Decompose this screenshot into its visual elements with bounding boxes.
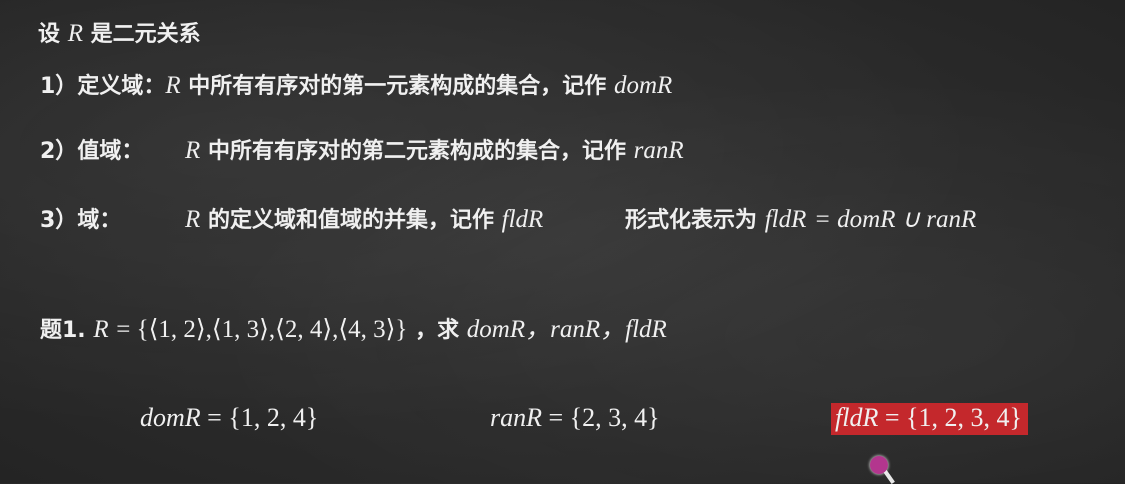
item-text: 中所有有序对的第二元素构成的集合，记作 <box>207 139 626 164</box>
definition-domain: 1）定义域：R 中所有有序对的第一元素构成的集合，记作 domR <box>40 68 672 100</box>
answer-lhs: ranR <box>490 403 542 432</box>
item-notation: fldR <box>501 206 544 233</box>
answer-rhs: = {2, 3, 4} <box>542 403 660 432</box>
item-number: 3） <box>40 208 78 233</box>
item-notation: ranR <box>633 137 684 164</box>
formal-label: 形式化表示为 <box>625 208 758 233</box>
problem-set: = {⟨1, 2⟩,⟨1, 3⟩,⟨2, 4⟩,⟨4, 3⟩} <box>116 316 408 343</box>
item-var: R <box>185 206 201 233</box>
answer-ran: ranR = {2, 3, 4} <box>490 403 660 433</box>
problem-ask: ，求 <box>415 318 460 343</box>
heading-suffix: 是二元关系 <box>90 22 201 47</box>
formal-rhs: = domR ∪ ranR <box>814 206 977 233</box>
heading: 设 R 是二元关系 <box>38 16 201 48</box>
answer-rhs: = {1, 2, 4} <box>200 403 319 432</box>
item-term: 域： <box>77 208 122 233</box>
laser-pointer-icon <box>870 456 888 474</box>
answer-lhs: fldR <box>835 403 879 432</box>
heading-prefix: 设 <box>38 22 61 47</box>
item-var: R <box>165 72 181 99</box>
problem-var: R <box>93 316 109 343</box>
answer-fld-highlighted: fldR = {1, 2, 3, 4} <box>831 403 1028 435</box>
item-number: 2） <box>40 139 78 164</box>
item-notation: domR <box>613 72 673 99</box>
answer-dom: domR = {1, 2, 4} <box>140 403 318 433</box>
item-var: R <box>185 137 201 164</box>
answer-lhs: domR <box>140 403 201 432</box>
item-term: 值域： <box>77 139 144 164</box>
problem-targets: domR，ranR，fldR <box>466 316 667 343</box>
item-term: 定义域： <box>77 74 166 99</box>
item-number: 1） <box>40 74 78 99</box>
item-text: 中所有有序对的第一元素构成的集合，记作 <box>188 74 607 99</box>
problem-statement: 题1. R = {⟨1, 2⟩,⟨1, 3⟩,⟨2, 4⟩,⟨4, 3⟩} ，求… <box>40 309 667 345</box>
item-text: 的定义域和值域的并集，记作 <box>207 208 494 233</box>
problem-label: 题1. <box>40 318 86 343</box>
heading-var: R <box>67 20 83 47</box>
formal-lhs: fldR <box>764 206 807 233</box>
formal-expression: 形式化表示为 fldR = domR ∪ ranR <box>625 202 976 234</box>
answer-rhs: = {1, 2, 3, 4} <box>878 403 1022 432</box>
definition-field: 3）域： R 的定义域和值域的并集，记作 fldR 形式化表示为 fldR = … <box>40 202 976 234</box>
definition-range: 2）值域： R 中所有有序对的第二元素构成的集合，记作 ranR <box>40 133 684 165</box>
